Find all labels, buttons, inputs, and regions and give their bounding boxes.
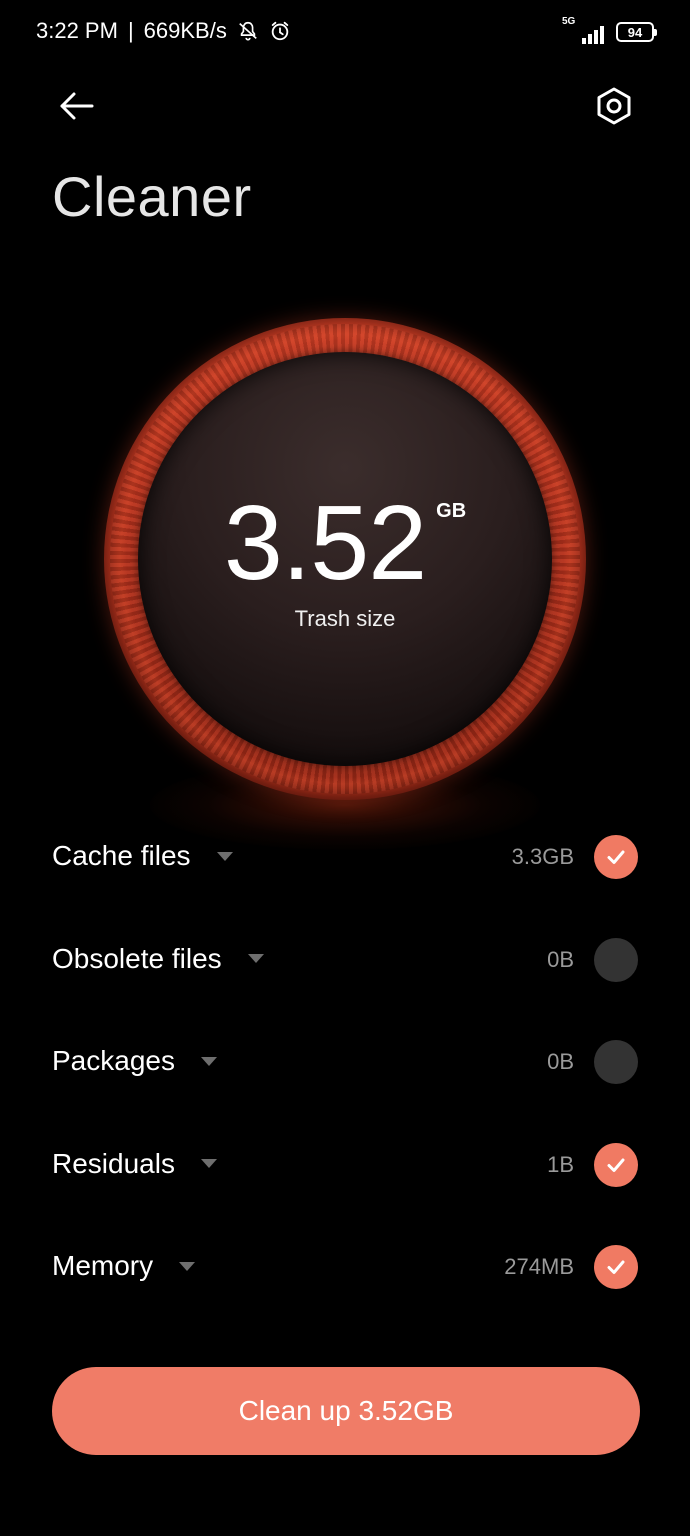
alarm-icon [269, 20, 291, 42]
category-size: 0B [547, 946, 574, 972]
checkmark-icon [607, 1260, 625, 1274]
signal-bars [582, 26, 604, 44]
status-speed: 669KB/s [143, 18, 227, 43]
arrow-left-icon [60, 92, 94, 120]
category-list: Cache files 3.3GB Obsolete files 0B Pack… [0, 804, 690, 1317]
top-bar [0, 76, 690, 132]
category-label: Cache files [52, 840, 191, 871]
checkbox-memory[interactable] [594, 1245, 638, 1289]
status-separator: | [127, 18, 134, 43]
trash-size-value: 3.52 [223, 484, 427, 602]
battery-icon: 94 [616, 22, 657, 42]
category-label: Packages [52, 1045, 175, 1076]
category-size: 0B [547, 1049, 574, 1074]
trash-size-label: Trash size [294, 606, 396, 631]
category-name: Packages [52, 1045, 217, 1077]
trash-size-unit: GB [436, 500, 467, 522]
mute-icon [237, 20, 259, 42]
category-size: 3.3GB [511, 844, 574, 869]
category-row-memory[interactable]: Memory 274MB [0, 1214, 690, 1317]
category-name: Residuals [52, 1148, 217, 1180]
category-label: Memory [52, 1250, 154, 1281]
page-title: Cleaner [52, 165, 252, 228]
settings-button[interactable] [588, 80, 640, 132]
chevron-down-icon[interactable] [247, 954, 264, 963]
category-row-obsolete-files[interactable]: Obsolete files 0B [0, 907, 690, 1010]
chevron-down-icon[interactable] [200, 1159, 217, 1168]
checkmark-icon [607, 850, 625, 864]
battery-level: 94 [627, 24, 643, 40]
settings-hexagon-icon [597, 87, 631, 125]
network-type: 5G [562, 16, 576, 27]
trash-gauge: 3.52 GB Trash size [104, 318, 586, 800]
category-size: 1B [547, 1151, 574, 1177]
category-row-packages[interactable]: Packages 0B [0, 1009, 690, 1112]
category-name: Memory [52, 1250, 196, 1282]
checkbox-residuals[interactable] [594, 1142, 638, 1187]
checkbox-cache-files[interactable] [594, 835, 638, 879]
status-right: 5G 94 [562, 16, 657, 46]
status-time: 3:22 PM [36, 18, 118, 43]
checkmark-icon [607, 1158, 625, 1172]
chevron-down-icon[interactable] [179, 1261, 196, 1271]
status-left: 3:22 PM | 669KB/s [36, 18, 291, 44]
clean-up-button[interactable]: Clean up 3.52GB [52, 1367, 640, 1455]
category-size: 274MB [504, 1254, 574, 1279]
checkbox-packages[interactable] [594, 1040, 638, 1084]
category-row-residuals[interactable]: Residuals 1B [0, 1112, 690, 1215]
chevron-down-icon[interactable] [216, 851, 233, 861]
signal-icon: 5G [562, 16, 604, 46]
category-label: Obsolete files [52, 942, 222, 974]
category-row-cache-files[interactable]: Cache files 3.3GB [0, 804, 690, 907]
gauge-value-row: 3.52 GB [104, 490, 586, 596]
category-name: Cache files [52, 840, 233, 872]
checkbox-obsolete-files[interactable] [594, 937, 638, 982]
status-bar: 3:22 PM | 669KB/s 5G 94 [0, 0, 690, 68]
chevron-down-icon[interactable] [200, 1056, 217, 1066]
category-name: Obsolete files [52, 943, 264, 975]
back-button[interactable] [50, 80, 102, 132]
category-label: Residuals [52, 1147, 175, 1179]
